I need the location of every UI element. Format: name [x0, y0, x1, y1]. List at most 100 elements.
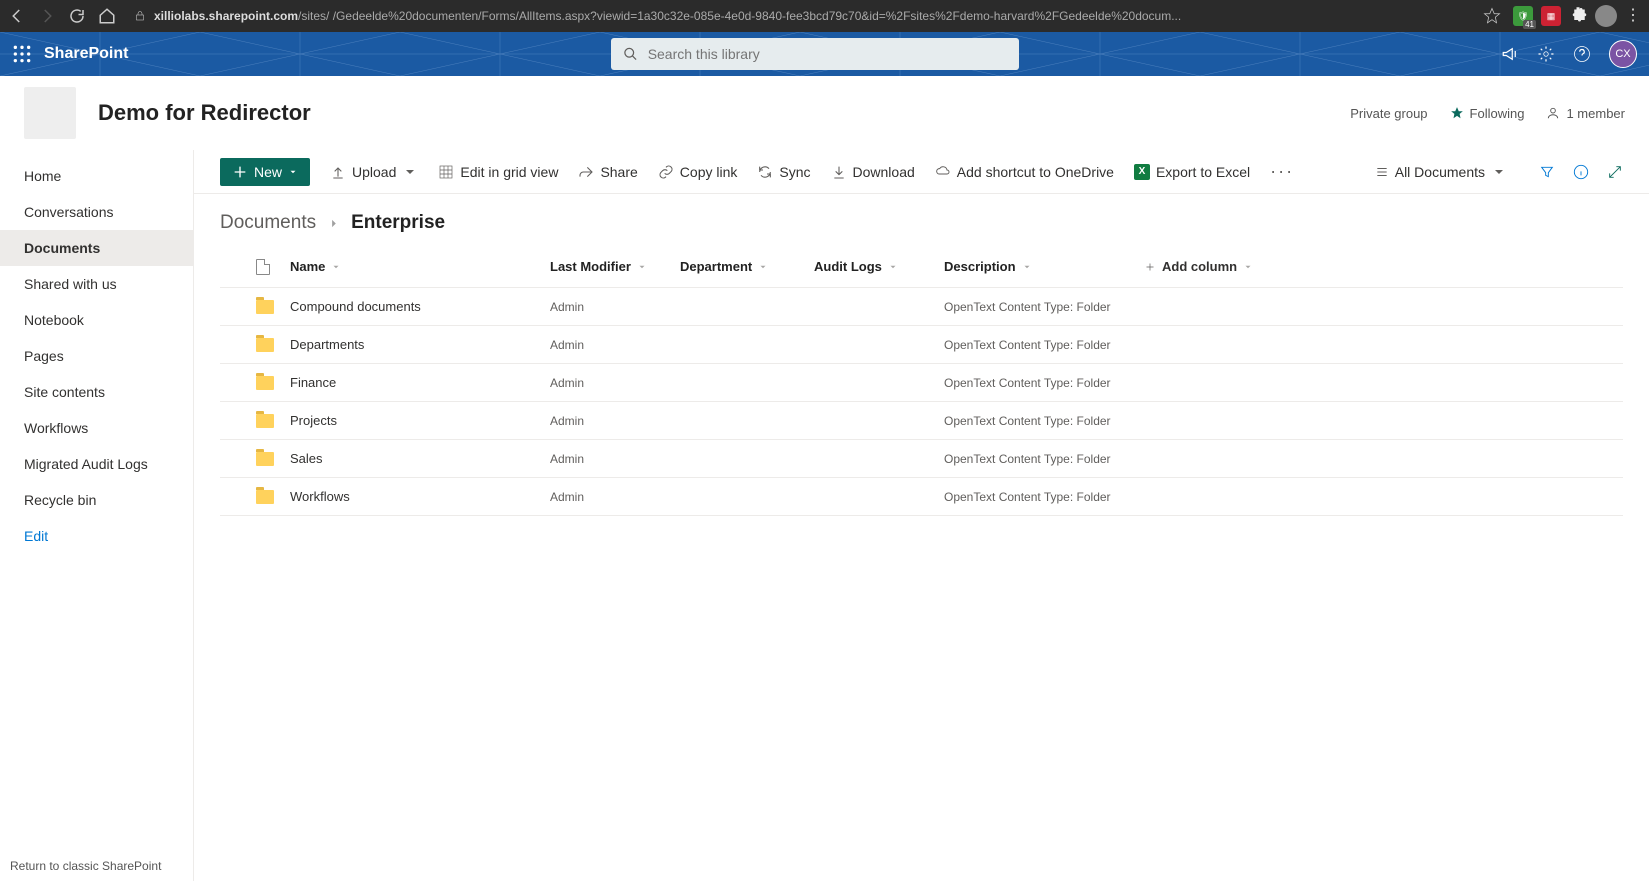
chevron-down-icon	[288, 164, 298, 180]
table-row[interactable]: SalesAdminOpenText Content Type: Folder	[220, 440, 1623, 478]
user-avatar[interactable]: CX	[1609, 40, 1637, 68]
extensions-icon[interactable]	[1569, 5, 1587, 28]
site-title[interactable]: Demo for Redirector	[98, 100, 311, 126]
export-excel-button[interactable]: X Export to Excel	[1134, 164, 1250, 180]
sidebar-item-workflows[interactable]: Workflows	[0, 410, 193, 446]
table-row[interactable]: Compound documentsAdminOpenText Content …	[220, 288, 1623, 326]
members-label: 1 member	[1566, 106, 1625, 121]
table-row[interactable]: FinanceAdminOpenText Content Type: Folde…	[220, 364, 1623, 402]
extension-green-icon[interactable]: 🛡	[1513, 6, 1533, 26]
sidebar-item-home[interactable]: Home	[0, 158, 193, 194]
members-link[interactable]: 1 member	[1546, 106, 1625, 121]
description-column-header[interactable]: Description	[944, 259, 1144, 274]
sidebar-item-notebook[interactable]: Notebook	[0, 302, 193, 338]
row-name[interactable]: Departments	[290, 337, 550, 352]
row-name[interactable]: Workflows	[290, 489, 550, 504]
row-name[interactable]: Projects	[290, 413, 550, 428]
audit-column-header[interactable]: Audit Logs	[814, 259, 944, 274]
more-commands-button[interactable]: ···	[1270, 161, 1294, 182]
sync-button[interactable]: Sync	[757, 164, 810, 180]
address-bar[interactable]: xilliolabs.sharepoint.com/sites/ /Gedeel…	[128, 9, 1471, 23]
app-launcher-icon[interactable]	[12, 44, 32, 64]
chevron-down-icon	[1491, 164, 1507, 180]
filter-icon[interactable]	[1539, 164, 1555, 180]
chevron-down-icon	[888, 262, 898, 272]
share-label: Share	[600, 164, 637, 180]
shortcut-label: Add shortcut to OneDrive	[957, 164, 1114, 180]
home-button[interactable]	[98, 7, 116, 25]
modifier-column-header[interactable]: Last Modifier	[550, 259, 680, 274]
new-button[interactable]: New	[220, 158, 310, 186]
view-selector[interactable]: All Documents	[1375, 164, 1507, 180]
settings-gear-icon[interactable]	[1537, 45, 1555, 63]
row-name[interactable]: Sales	[290, 451, 550, 466]
table-row[interactable]: WorkflowsAdminOpenText Content Type: Fol…	[220, 478, 1623, 516]
add-column-button[interactable]: Add column	[1144, 259, 1623, 274]
sync-label: Sync	[779, 164, 810, 180]
sidebar-item-recycle-bin[interactable]: Recycle bin	[0, 482, 193, 518]
follow-toggle[interactable]: Following	[1450, 106, 1525, 121]
folder-icon	[256, 300, 274, 314]
following-label: Following	[1470, 106, 1525, 121]
edit-grid-button[interactable]: Edit in grid view	[438, 164, 558, 180]
chevron-down-icon	[1243, 262, 1253, 272]
help-icon[interactable]	[1573, 45, 1591, 63]
document-library-table: Name Last Modifier Department Audit Logs…	[194, 246, 1649, 516]
bookmark-star-icon[interactable]	[1483, 7, 1501, 25]
sidebar-item-migrated-audit-logs[interactable]: Migrated Audit Logs	[0, 446, 193, 482]
row-name[interactable]: Finance	[290, 375, 550, 390]
folder-icon	[256, 490, 274, 504]
sidebar-item-conversations[interactable]: Conversations	[0, 194, 193, 230]
left-nav: HomeConversationsDocumentsShared with us…	[0, 150, 194, 881]
profile-avatar-icon[interactable]	[1595, 5, 1617, 27]
megaphone-icon[interactable]	[1501, 45, 1519, 63]
breadcrumb: Documents Enterprise	[194, 194, 1649, 246]
table-row[interactable]: ProjectsAdminOpenText Content Type: Fold…	[220, 402, 1623, 440]
extension-tray: 🛡 ▦ ⋮	[1513, 5, 1641, 28]
row-description: OpenText Content Type: Folder	[944, 414, 1144, 428]
info-icon[interactable]	[1573, 164, 1589, 180]
department-column-header[interactable]: Department	[680, 259, 814, 274]
share-button[interactable]: Share	[578, 164, 637, 180]
search-icon	[623, 46, 638, 62]
type-column-header[interactable]	[256, 259, 290, 275]
browser-menu-icon[interactable]: ⋮	[1625, 8, 1641, 24]
chevron-down-icon	[331, 262, 341, 272]
sidebar-item-pages[interactable]: Pages	[0, 338, 193, 374]
chevron-down-icon	[1022, 262, 1032, 272]
copy-link-button[interactable]: Copy link	[658, 164, 738, 180]
onedrive-shortcut-icon	[935, 164, 951, 180]
chevron-down-icon	[637, 262, 647, 272]
site-logo[interactable]	[24, 87, 76, 139]
browser-toolbar: xilliolabs.sharepoint.com/sites/ /Gedeel…	[0, 0, 1649, 32]
row-modifier: Admin	[550, 300, 680, 314]
sidebar-item-shared-with-us[interactable]: Shared with us	[0, 266, 193, 302]
row-modifier: Admin	[550, 452, 680, 466]
upload-button[interactable]: Upload	[330, 164, 418, 180]
name-column-header[interactable]: Name	[290, 259, 550, 274]
search-box[interactable]	[611, 38, 1019, 70]
breadcrumb-root[interactable]: Documents	[220, 212, 316, 234]
row-type-icon	[256, 490, 290, 504]
row-name[interactable]: Compound documents	[290, 299, 550, 314]
expand-icon[interactable]	[1607, 164, 1623, 180]
row-modifier: Admin	[550, 490, 680, 504]
extension-red-icon[interactable]: ▦	[1541, 6, 1561, 26]
sidebar-item-site-contents[interactable]: Site contents	[0, 374, 193, 410]
link-icon	[658, 164, 674, 180]
privacy-label: Private group	[1350, 106, 1427, 121]
sidebar-item-documents[interactable]: Documents	[0, 230, 193, 266]
row-type-icon	[256, 452, 290, 466]
url-text: xilliolabs.sharepoint.com/sites/ /Gedeel…	[154, 9, 1181, 23]
search-input[interactable]	[648, 46, 1007, 62]
reload-button[interactable]	[68, 7, 86, 25]
back-button[interactable]	[8, 7, 26, 25]
add-shortcut-button[interactable]: Add shortcut to OneDrive	[935, 164, 1114, 180]
return-classic-link[interactable]: Return to classic SharePoint	[10, 859, 161, 873]
forward-button[interactable]	[38, 7, 56, 25]
table-row[interactable]: DepartmentsAdminOpenText Content Type: F…	[220, 326, 1623, 364]
download-button[interactable]: Download	[831, 164, 915, 180]
row-type-icon	[256, 300, 290, 314]
sidebar-edit-link[interactable]: Edit	[0, 518, 193, 554]
suite-app-name[interactable]: SharePoint	[44, 45, 128, 63]
